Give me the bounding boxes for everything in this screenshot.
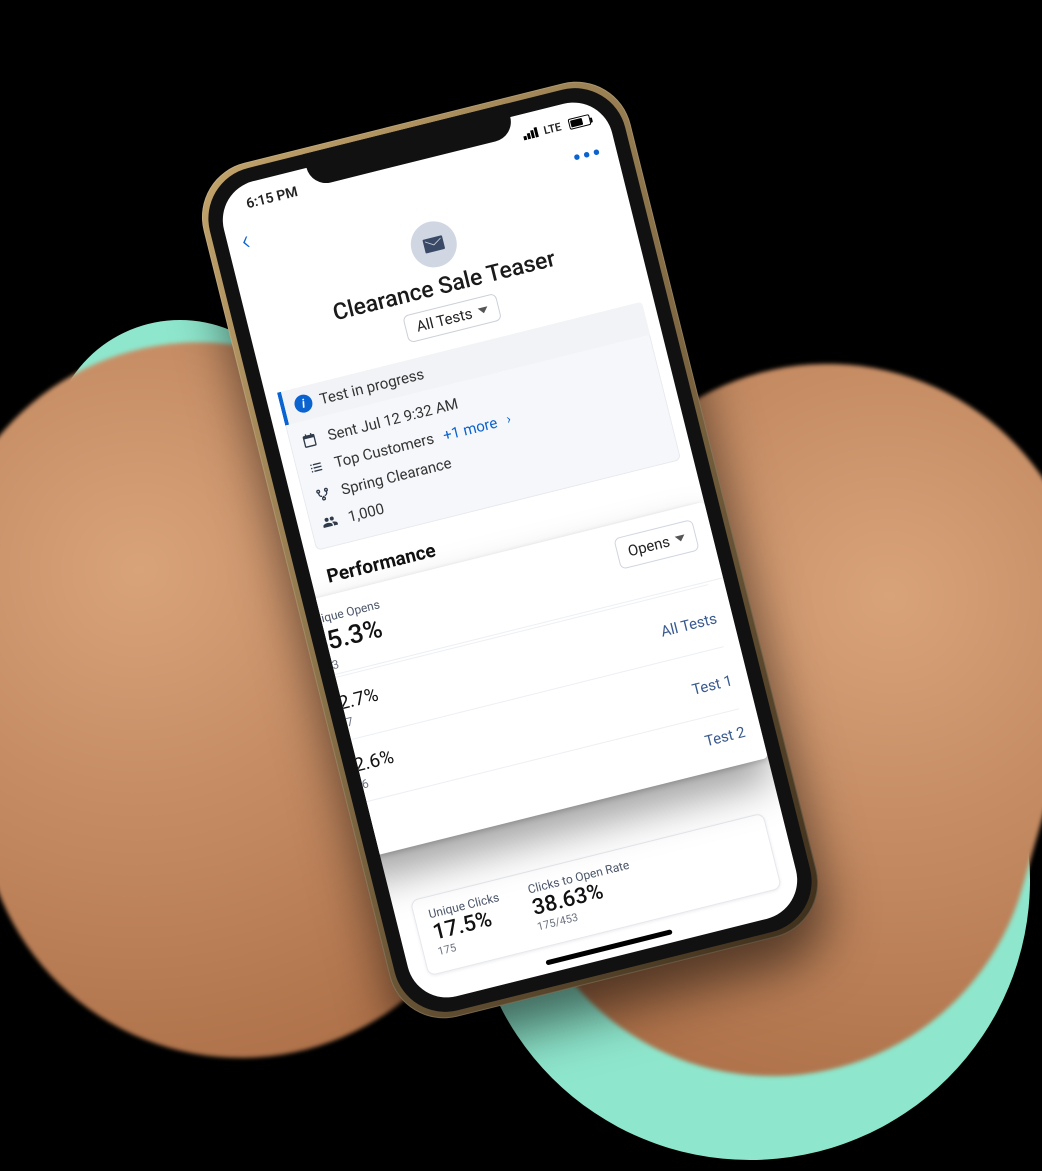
perf-label: All Tests	[659, 609, 719, 640]
perf-count: 227	[332, 707, 385, 733]
people-icon	[319, 512, 340, 532]
battery-icon	[567, 113, 591, 129]
perf-label: Test 1	[690, 671, 734, 698]
perf-count: 226	[347, 769, 400, 795]
more-button[interactable]: •••	[570, 140, 605, 172]
perf-label: Test 2	[703, 723, 747, 750]
status-right: LTE	[522, 113, 592, 142]
clock: 6:15 PM	[245, 184, 300, 212]
meta-count-text: 1,000	[346, 500, 386, 526]
info-icon: i	[293, 393, 315, 415]
signal-icon	[522, 127, 539, 140]
mail-icon	[406, 216, 462, 272]
chevron-right-icon: ›	[505, 411, 513, 428]
chevron-down-icon	[477, 306, 488, 314]
unique-clicks: Unique Clicks 17.5% 175	[427, 890, 510, 958]
chevron-down-icon	[675, 534, 686, 542]
metric-select-label: Opens	[626, 532, 672, 560]
network-label: LTE	[542, 120, 562, 137]
metric-select[interactable]: Opens	[614, 519, 700, 570]
calendar-icon	[299, 430, 320, 450]
test-filter-label: All Tests	[415, 304, 475, 335]
branch-icon	[312, 485, 333, 505]
ctor: Clicks to Open Rate 38.63% 175/453	[526, 858, 639, 934]
back-button[interactable]: ‹	[238, 226, 253, 255]
list-icon	[306, 457, 327, 477]
